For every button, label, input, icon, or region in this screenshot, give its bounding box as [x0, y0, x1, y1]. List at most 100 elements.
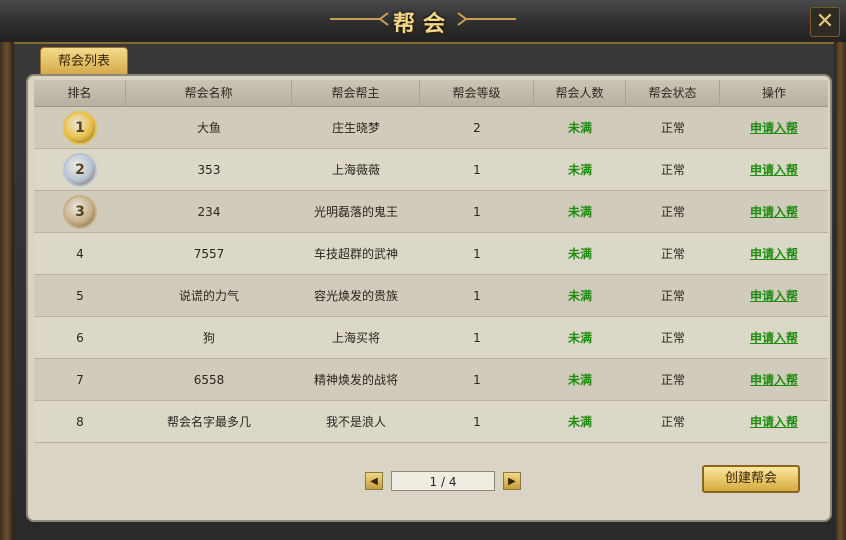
guild-leader-cell: 上海薇薇 — [292, 161, 420, 178]
guild-level-cell-text: 2 — [473, 120, 481, 135]
rank-cell: 7 — [34, 373, 126, 387]
guild-members-cell: 未满 — [534, 245, 626, 262]
guild-status-cell-text: 正常 — [660, 289, 685, 303]
guild-status-cell: 正常 — [626, 203, 720, 220]
guild-level-cell: 1 — [420, 289, 534, 303]
table-row[interactable]: 3 234 光明磊落的鬼王 1 未满 正常 申请入帮 — [34, 191, 828, 233]
table-row[interactable]: 7 6558 精神焕发的战将 1 未满 正常 申请入帮 — [34, 359, 828, 401]
col-header-members[interactable]: 帮会人数 — [534, 80, 626, 106]
guild-name-cell: 帮会名字最多几 — [126, 413, 292, 430]
guild-members-cell-text: 未满 — [567, 331, 592, 345]
rank-cell: 1 — [34, 110, 126, 145]
rank-cell: 8 — [34, 415, 126, 429]
guild-level-cell: 1 — [420, 373, 534, 387]
table-row[interactable]: 6 狗 上海买将 1 未满 正常 申请入帮 — [34, 317, 828, 359]
apply-join-link-text[interactable]: 申请入帮 — [750, 415, 798, 429]
guild-leader-cell-text: 车技超群的武神 — [313, 247, 398, 261]
guild-members-cell-text: 未满 — [567, 205, 592, 219]
guild-window: 帮会 ✕ 帮会列表 排名 帮会名称 帮会帮主 帮会等级 帮会人数 帮会状态 操作… — [0, 0, 846, 540]
table-body: 1 大鱼 庄生晓梦 2 未满 正常 申请入帮 2 353 上海薇薇 1 未满 正常 申请入帮 3 234 光明磊… — [34, 107, 828, 443]
guild-leader-cell: 光明磊落的鬼王 — [292, 203, 420, 220]
table-row[interactable]: 5 说谎的力气 容光焕发的贵族 1 未满 正常 申请入帮 — [34, 275, 828, 317]
rank-medal-icon: 1 — [63, 110, 97, 145]
guild-status-cell: 正常 — [626, 119, 720, 136]
rank-cell-text: 7 — [76, 372, 84, 387]
guild-name-cell: 说谎的力气 — [126, 287, 292, 304]
apply-join-link[interactable]: 申请入帮 — [720, 371, 828, 388]
guild-level-cell-text: 1 — [473, 246, 481, 261]
guild-status-cell-text: 正常 — [660, 163, 685, 177]
guild-members-cell-text: 未满 — [567, 163, 592, 177]
guild-status-cell-text: 正常 — [660, 373, 685, 387]
guild-name-cell: 7557 — [126, 247, 292, 261]
create-guild-button[interactable]: 创建帮会 — [702, 465, 800, 493]
guild-members-cell: 未满 — [534, 413, 626, 430]
rank-cell: 3 — [34, 194, 126, 229]
apply-join-link-text[interactable]: 申请入帮 — [750, 331, 798, 345]
apply-join-link[interactable]: 申请入帮 — [720, 329, 828, 346]
close-icon[interactable]: ✕ — [810, 7, 840, 37]
table-row[interactable]: 1 大鱼 庄生晓梦 2 未满 正常 申请入帮 — [34, 107, 828, 149]
apply-join-link[interactable]: 申请入帮 — [720, 413, 828, 430]
apply-join-link[interactable]: 申请入帮 — [720, 287, 828, 304]
guild-level-cell: 2 — [420, 121, 534, 135]
apply-join-link[interactable]: 申请入帮 — [720, 119, 828, 136]
guild-level-cell-text: 1 — [473, 372, 481, 387]
guild-members-cell-text: 未满 — [567, 247, 592, 261]
col-header-status[interactable]: 帮会状态 — [626, 80, 720, 106]
apply-join-link-text[interactable]: 申请入帮 — [750, 205, 798, 219]
guild-leader-cell: 车技超群的武神 — [292, 245, 420, 262]
guild-status-cell: 正常 — [626, 329, 720, 346]
guild-level-cell-text: 1 — [473, 288, 481, 303]
table-row[interactable]: 2 353 上海薇薇 1 未满 正常 申请入帮 — [34, 149, 828, 191]
apply-join-link-text[interactable]: 申请入帮 — [750, 121, 798, 135]
guild-name-cell-text: 狗 — [202, 331, 215, 345]
guild-name-cell-text: 6558 — [193, 372, 225, 387]
guild-name-cell: 大鱼 — [126, 119, 292, 136]
guild-status-cell: 正常 — [626, 371, 720, 388]
guild-name-cell-text: 234 — [197, 204, 221, 219]
guild-name-cell-text: 帮会名字最多几 — [166, 415, 251, 429]
apply-join-link-text[interactable]: 申请入帮 — [750, 247, 798, 261]
guild-level-cell: 1 — [420, 205, 534, 219]
prev-page-icon[interactable]: ◀ — [365, 472, 383, 490]
guild-name-cell: 353 — [126, 163, 292, 177]
table-row[interactable]: 4 7557 车技超群的武神 1 未满 正常 申请入帮 — [34, 233, 828, 275]
guild-name-cell: 6558 — [126, 373, 292, 387]
table-row[interactable]: 8 帮会名字最多几 我不是浪人 1 未满 正常 申请入帮 — [34, 401, 828, 443]
guild-leader-cell-text: 上海薇薇 — [331, 163, 380, 177]
apply-join-link[interactable]: 申请入帮 — [720, 203, 828, 220]
window-title: 帮会 — [392, 12, 453, 37]
guild-leader-cell: 容光焕发的贵族 — [292, 287, 420, 304]
rank-cell-text: 4 — [76, 246, 84, 261]
guild-name-cell-text: 353 — [197, 162, 221, 177]
guild-level-cell-text: 1 — [473, 414, 481, 429]
guild-name-cell-text: 7557 — [193, 246, 225, 261]
col-header-level[interactable]: 帮会等级 — [420, 80, 534, 106]
col-header-leader[interactable]: 帮会帮主 — [292, 80, 420, 106]
guild-status-cell: 正常 — [626, 161, 720, 178]
guild-status-cell: 正常 — [626, 413, 720, 430]
apply-join-link-text[interactable]: 申请入帮 — [750, 373, 798, 387]
apply-join-link[interactable]: 申请入帮 — [720, 161, 828, 178]
guild-table: 排名 帮会名称 帮会帮主 帮会等级 帮会人数 帮会状态 操作 1 大鱼 庄生晓梦 2 未… — [34, 80, 828, 443]
apply-join-link[interactable]: 申请入帮 — [720, 245, 828, 262]
rank-medal-icon: 2 — [63, 152, 97, 187]
guild-members-cell-text: 未满 — [567, 373, 592, 387]
tab-guild-list[interactable]: 帮会列表 — [40, 47, 128, 75]
guild-status-cell: 正常 — [626, 287, 720, 304]
guild-name-cell: 234 — [126, 205, 292, 219]
guild-leader-cell: 精神焕发的战将 — [292, 371, 420, 388]
apply-join-link-text[interactable]: 申请入帮 — [750, 163, 798, 177]
col-header-rank[interactable]: 排名 — [34, 80, 126, 106]
guild-level-cell: 1 — [420, 415, 534, 429]
title-ornament-right-icon — [457, 12, 516, 26]
rank-cell-text: 6 — [76, 330, 84, 345]
guild-members-cell: 未满 — [534, 329, 626, 346]
guild-level-cell: 1 — [420, 247, 534, 261]
guild-members-cell: 未满 — [534, 119, 626, 136]
guild-leader-cell-text: 庄生晓梦 — [331, 121, 380, 135]
apply-join-link-text[interactable]: 申请入帮 — [750, 289, 798, 303]
col-header-name[interactable]: 帮会名称 — [126, 80, 292, 106]
next-page-icon[interactable]: ▶ — [503, 472, 521, 490]
